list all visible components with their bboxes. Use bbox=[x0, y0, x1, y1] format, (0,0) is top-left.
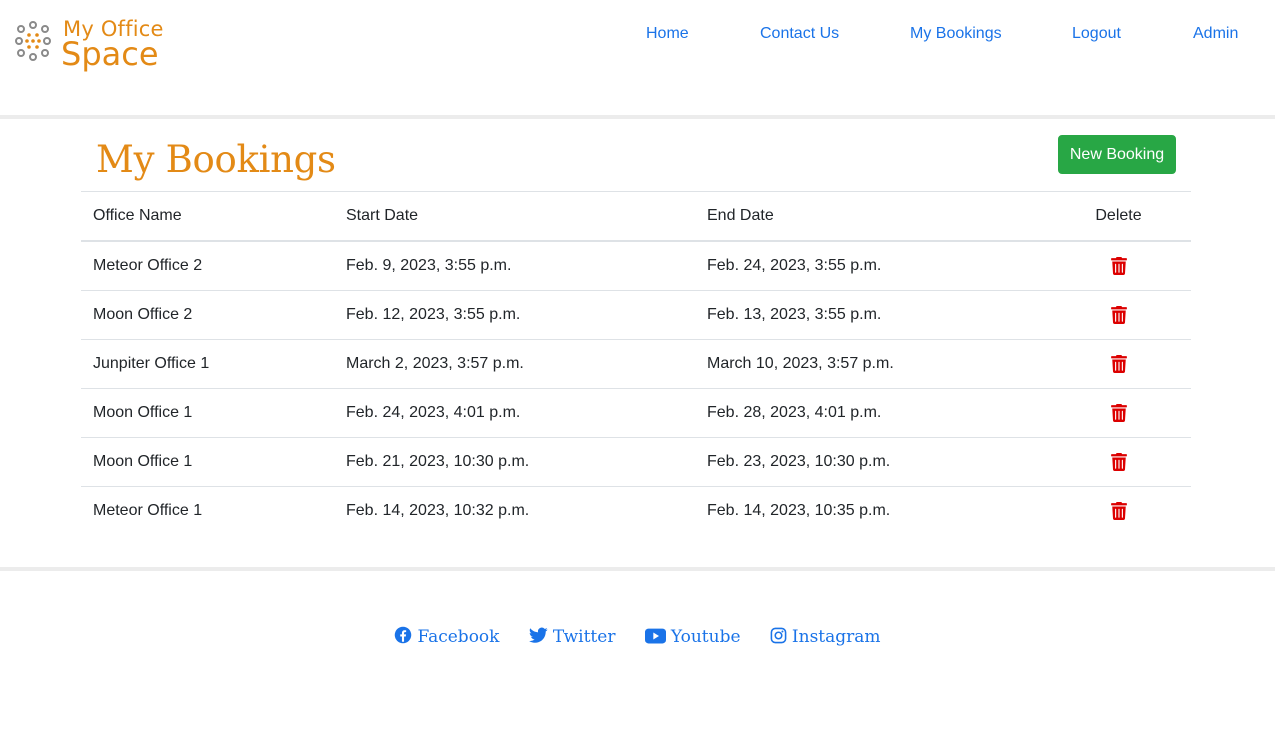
table-row: Moon Office 2 Feb. 12, 2023, 3:55 p.m. F… bbox=[81, 290, 1191, 340]
delete-cell bbox=[1046, 241, 1191, 291]
start-date-cell: Feb. 9, 2023, 3:55 p.m. bbox=[346, 257, 512, 274]
instagram-label: Instagram bbox=[791, 627, 881, 647]
trash-icon[interactable] bbox=[1110, 354, 1128, 373]
instagram-icon bbox=[770, 627, 787, 644]
site-footer: Facebook Twitter Youtube Instagram bbox=[0, 626, 1275, 650]
page-title: My Bookings bbox=[96, 138, 336, 181]
end-date-cell: Feb. 24, 2023, 3:55 p.m. bbox=[707, 257, 882, 274]
delete-cell bbox=[1046, 388, 1191, 438]
trash-icon[interactable] bbox=[1110, 305, 1128, 324]
start-date-cell: March 2, 2023, 3:57 p.m. bbox=[334, 339, 695, 389]
end-date-cell: Feb. 14, 2023, 10:35 p.m. bbox=[695, 486, 1046, 535]
youtube-label: Youtube bbox=[670, 627, 741, 647]
header-delete: Delete bbox=[1046, 191, 1191, 242]
footer-divider bbox=[0, 567, 1275, 571]
office-name-cell: Meteor Office 1 bbox=[81, 486, 334, 535]
start-date-cell: Feb. 12, 2023, 3:55 p.m. bbox=[334, 290, 695, 340]
table-header-row: Office Name Start Date End Date Delete bbox=[81, 191, 1191, 242]
bookings-table: Office Name Start Date End Date Delete M… bbox=[81, 191, 1191, 535]
end-date-cell: Feb. 28, 2023, 4:01 p.m. bbox=[695, 388, 1046, 438]
site-header: My Office Space Home Contact Us My Booki… bbox=[0, 0, 1275, 116]
delete-cell bbox=[1046, 339, 1191, 389]
office-name-cell: Moon Office 1 bbox=[81, 388, 334, 438]
office-name-cell: Moon Office 1 bbox=[81, 437, 334, 487]
facebook-icon bbox=[395, 626, 412, 644]
nav-logout-link[interactable]: Logout bbox=[1072, 24, 1121, 44]
trash-icon[interactable] bbox=[1110, 256, 1128, 275]
table-row: Meteor Office 2 Feb. 9, 2023, 3:55 p.m. … bbox=[81, 241, 1191, 291]
trash-icon[interactable] bbox=[1110, 501, 1128, 520]
table-row: Moon Office 1 Feb. 21, 2023, 10:30 p.m. … bbox=[81, 437, 1191, 487]
table-row: Junpiter Office 1 March 2, 2023, 3:57 p.… bbox=[81, 339, 1191, 389]
instagram-link[interactable]: Instagram bbox=[770, 627, 881, 647]
delete-cell bbox=[1046, 437, 1191, 487]
end-date-cell: Feb. 13, 2023, 3:55 p.m. bbox=[695, 290, 1046, 340]
header-office-name: Office Name bbox=[81, 191, 334, 242]
youtube-icon bbox=[644, 628, 666, 644]
trash-icon[interactable] bbox=[1110, 452, 1128, 471]
header-divider bbox=[0, 115, 1275, 119]
trash-icon[interactable] bbox=[1110, 403, 1128, 422]
end-date-cell: Feb. 23, 2023, 10:30 p.m. bbox=[695, 437, 1046, 487]
end-date-cell: March 10, 2023, 3:57 p.m. bbox=[695, 339, 1046, 389]
header-start-date: Start Date bbox=[334, 191, 695, 242]
facebook-label: Facebook bbox=[417, 627, 500, 647]
start-date-cell: Feb. 14, 2023, 10:32 p.m. bbox=[334, 486, 695, 535]
main-nav: Home Contact Us My Bookings Logout Admin bbox=[0, 24, 1275, 46]
office-name-cell: Moon Office 2 bbox=[81, 290, 334, 340]
office-name-cell: Junpiter Office 1 bbox=[81, 339, 334, 389]
table-row: Meteor Office 1 Feb. 14, 2023, 10:32 p.m… bbox=[81, 486, 1191, 535]
delete-cell bbox=[1046, 290, 1191, 340]
start-date-cell: Feb. 21, 2023, 10:30 p.m. bbox=[334, 437, 695, 487]
twitter-link[interactable]: Twitter bbox=[528, 627, 616, 647]
nav-my-bookings-link[interactable]: My Bookings bbox=[910, 24, 1002, 44]
twitter-icon bbox=[528, 627, 548, 643]
start-date-cell: Feb. 24, 2023, 4:01 p.m. bbox=[334, 388, 695, 438]
twitter-label: Twitter bbox=[552, 627, 616, 647]
nav-home-link[interactable]: Home bbox=[646, 24, 689, 44]
header-end-date: End Date bbox=[695, 191, 1046, 242]
youtube-link[interactable]: Youtube bbox=[644, 627, 741, 647]
nav-contact-us-link[interactable]: Contact Us bbox=[760, 24, 839, 44]
nav-admin-link[interactable]: Admin bbox=[1193, 24, 1238, 44]
facebook-link[interactable]: Facebook bbox=[394, 626, 499, 647]
office-name-cell: Meteor Office 2 bbox=[93, 257, 203, 274]
delete-cell bbox=[1046, 486, 1191, 535]
table-row: Moon Office 1 Feb. 24, 2023, 4:01 p.m. F… bbox=[81, 388, 1191, 438]
new-booking-button[interactable]: New Booking bbox=[1058, 135, 1176, 174]
